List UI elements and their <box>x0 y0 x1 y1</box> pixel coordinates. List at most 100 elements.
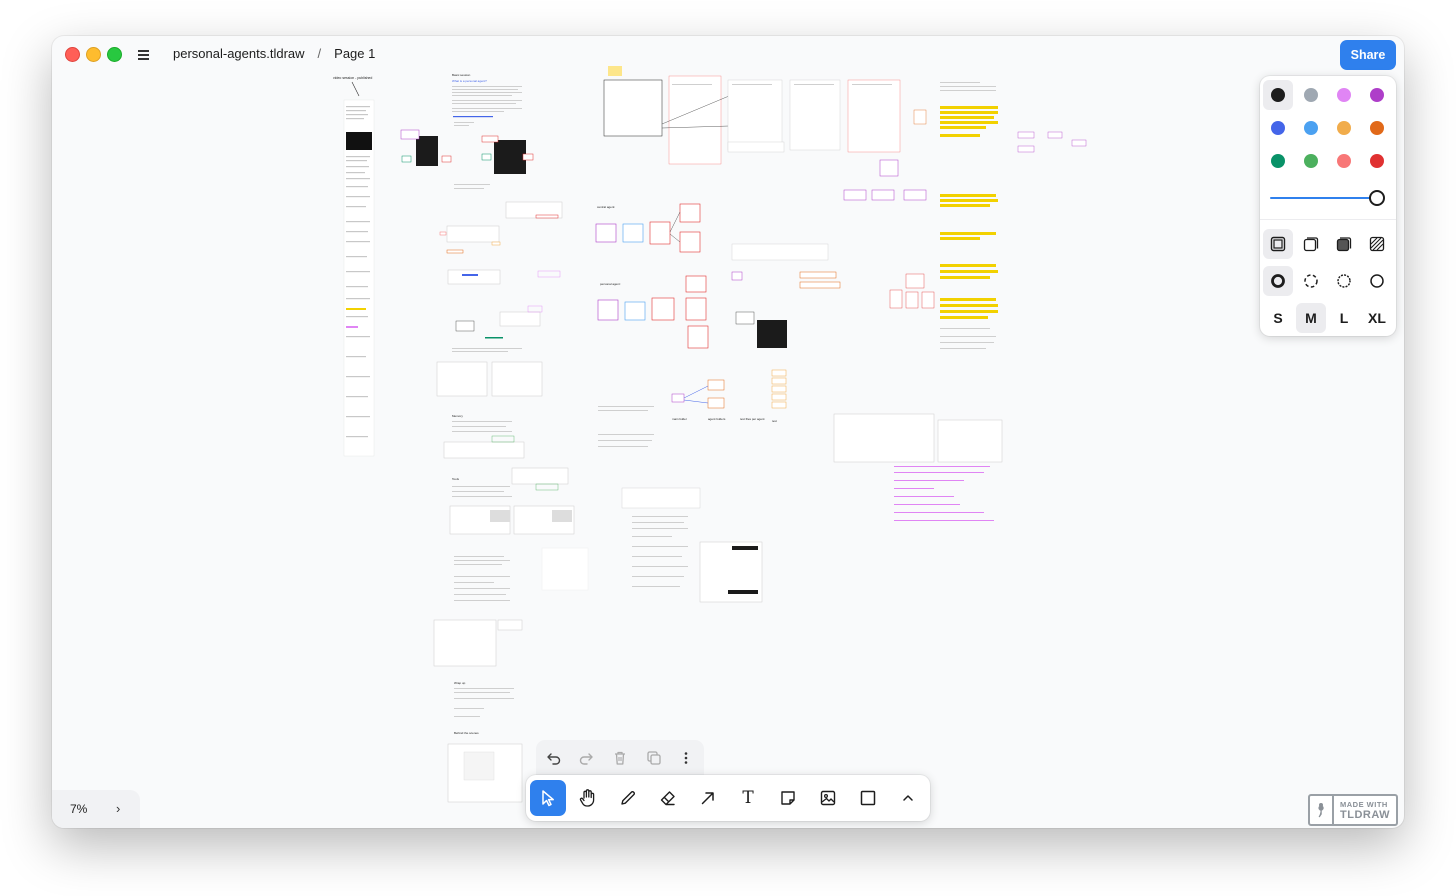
text-icon: T <box>742 788 754 808</box>
fill-semi-icon <box>1303 237 1319 252</box>
close-window-button[interactable] <box>65 47 80 62</box>
svg-text:Basic session: Basic session <box>452 73 471 77</box>
share-button[interactable]: Share <box>1340 40 1396 70</box>
minimize-window-button[interactable] <box>86 47 101 62</box>
svg-text:Tools: Tools <box>452 477 460 481</box>
chevron-up-icon <box>903 795 913 801</box>
note-icon <box>781 791 795 805</box>
svg-text:text files per agent: text files per agent <box>740 417 765 421</box>
hand-icon <box>579 789 595 807</box>
opacity-slider-track <box>1270 197 1378 199</box>
fill-semi-option[interactable] <box>1296 229 1326 259</box>
trash-icon <box>615 751 625 765</box>
select-tool[interactable] <box>530 780 566 816</box>
more-tools-button[interactable] <box>890 780 926 816</box>
main-menu-icon[interactable] <box>136 45 154 63</box>
badge-line-2: TLDRAW <box>1340 809 1391 821</box>
opacity-slider[interactable] <box>1270 188 1386 208</box>
panel-divider <box>1260 219 1396 220</box>
color-light-green[interactable] <box>1296 146 1326 176</box>
canvas-column-title: video session - published <box>333 76 372 80</box>
fill-none-option[interactable] <box>1263 229 1293 259</box>
arrow-tool[interactable] <box>690 780 726 816</box>
swatch-violet <box>1370 88 1384 102</box>
fill-solid-option[interactable] <box>1329 229 1359 259</box>
swatch-black <box>1271 88 1285 102</box>
arrow-icon <box>701 792 714 805</box>
color-green[interactable] <box>1263 146 1293 176</box>
redo-button[interactable] <box>572 744 600 772</box>
dash-dashed-option[interactable] <box>1296 266 1326 296</box>
size-s-option[interactable]: S <box>1263 303 1293 333</box>
dash-dashed-icon <box>1304 274 1318 288</box>
delete-button[interactable] <box>606 744 634 772</box>
swatch-light-green <box>1304 154 1318 168</box>
made-with-tldraw-badge[interactable]: MADE WITH TLDRAW <box>1308 794 1398 826</box>
eraser-icon <box>660 791 675 806</box>
svg-text:Wrap up: Wrap up <box>454 681 466 685</box>
note-tool[interactable] <box>770 780 806 816</box>
canvas[interactable]: video session - published Basic session … <box>52 36 1404 828</box>
eraser-tool[interactable] <box>650 780 686 816</box>
undo-button[interactable] <box>540 744 568 772</box>
color-light-blue[interactable] <box>1296 113 1326 143</box>
duplicate-button[interactable] <box>640 744 668 772</box>
swatch-light-violet <box>1337 88 1351 102</box>
more-actions-button[interactable] <box>672 744 700 772</box>
size-l-option[interactable]: L <box>1329 303 1359 333</box>
swatch-light-blue <box>1304 121 1318 135</box>
canvas-column-left: video session - published <box>333 76 375 457</box>
fill-pattern-option[interactable] <box>1362 229 1392 259</box>
main-toolbar: T <box>526 775 930 821</box>
svg-text:central agent:: central agent: <box>597 205 615 209</box>
swatch-red <box>1370 154 1384 168</box>
title-separator: / <box>317 46 322 61</box>
rectangle-tool[interactable] <box>850 780 886 816</box>
color-violet[interactable] <box>1362 80 1392 110</box>
dash-solid-option[interactable] <box>1362 266 1392 296</box>
hand-tool[interactable] <box>570 780 606 816</box>
dash-draw-icon <box>1271 274 1285 288</box>
dash-solid-icon <box>1370 274 1384 288</box>
swatch-green <box>1271 154 1285 168</box>
swatch-light-red <box>1337 154 1351 168</box>
dash-draw-option[interactable] <box>1263 266 1293 296</box>
svg-text:Behind the scenes: Behind the scenes <box>454 731 479 735</box>
pencil-icon <box>621 790 636 805</box>
undo-icon <box>547 753 561 765</box>
color-orange[interactable] <box>1362 113 1392 143</box>
file-name[interactable]: personal-agents.tldraw <box>173 46 305 61</box>
color-yellow[interactable] <box>1329 113 1359 143</box>
size-m-option[interactable]: M <box>1296 303 1326 333</box>
draw-tool[interactable] <box>610 780 646 816</box>
page-name[interactable]: Page 1 <box>334 46 375 61</box>
color-light-red[interactable] <box>1329 146 1359 176</box>
zoom-level[interactable]: 7% <box>70 802 87 816</box>
redo-icon <box>579 753 593 765</box>
dash-dotted-option[interactable] <box>1329 266 1359 296</box>
svg-text:personal agent:: personal agent: <box>600 282 621 286</box>
cursor-icon <box>542 790 554 807</box>
color-black[interactable] <box>1263 80 1293 110</box>
color-blue[interactable] <box>1263 113 1293 143</box>
color-light-violet[interactable] <box>1329 80 1359 110</box>
color-red[interactable] <box>1362 146 1392 176</box>
maximize-window-button[interactable] <box>107 47 122 62</box>
zoom-panel: 7% › <box>52 790 140 828</box>
style-panel: S M L XL <box>1260 76 1396 336</box>
size-xl-option[interactable]: XL <box>1362 303 1392 333</box>
chevron-right-icon[interactable]: › <box>116 801 120 816</box>
swatch-blue <box>1271 121 1285 135</box>
fill-none-icon <box>1270 236 1286 252</box>
image-icon <box>820 790 836 806</box>
canvas-column-3: central agent: personal agent: main fold… <box>595 66 927 603</box>
fill-pattern-icon <box>1369 236 1385 252</box>
swatch-yellow <box>1337 121 1351 135</box>
image-tool[interactable] <box>810 780 846 816</box>
svg-text:main folder: main folder <box>672 417 687 421</box>
app-window: video session - published Basic session … <box>52 36 1404 828</box>
svg-text:What is a personal agent?: What is a personal agent? <box>452 79 487 83</box>
color-grey[interactable] <box>1296 80 1326 110</box>
opacity-slider-thumb[interactable] <box>1369 190 1385 206</box>
text-tool[interactable]: T <box>730 780 766 816</box>
